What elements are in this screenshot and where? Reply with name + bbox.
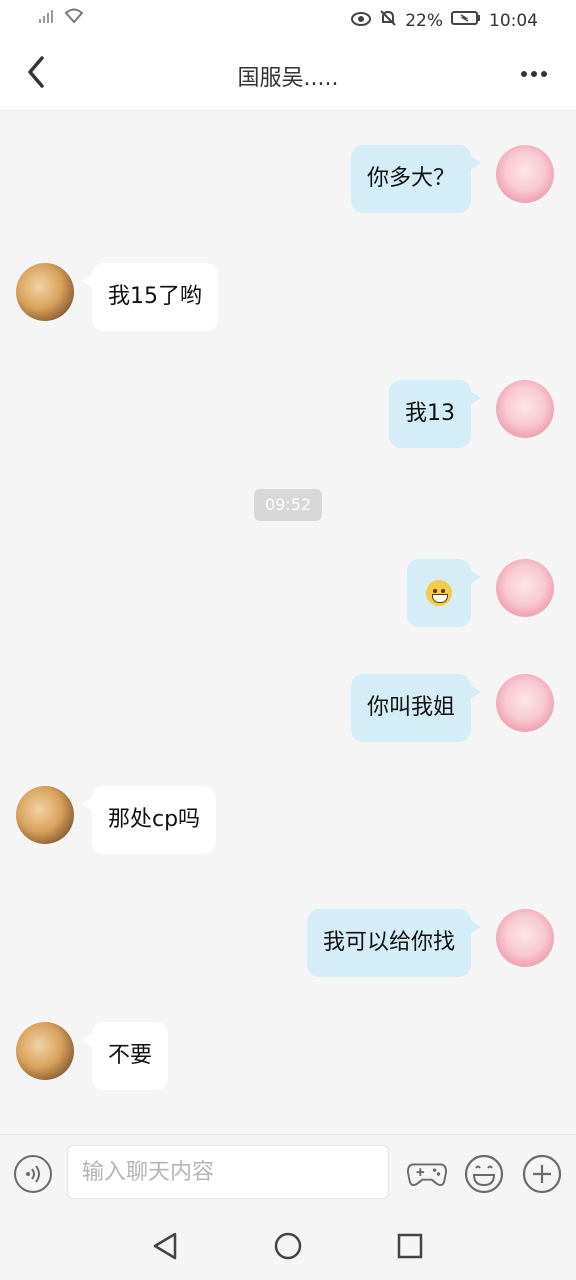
my-avatar[interactable] xyxy=(496,674,554,732)
nav-recents-button[interactable] xyxy=(392,1228,428,1264)
message-bubble[interactable]: 我13 xyxy=(389,380,481,448)
more-icon[interactable] xyxy=(520,63,548,82)
eye-icon xyxy=(351,11,372,31)
input-bar xyxy=(0,1134,576,1215)
my-avatar[interactable] xyxy=(496,380,554,438)
battery-icon xyxy=(451,10,481,31)
nav-back-icon[interactable] xyxy=(151,1231,179,1261)
plus-button[interactable] xyxy=(521,1153,563,1195)
plus-icon[interactable] xyxy=(522,1154,562,1194)
message-bubble[interactable]: 你叫我姐 xyxy=(350,674,482,742)
clock: 10:04 xyxy=(489,10,538,31)
message-bubble[interactable]: 你多大？ xyxy=(350,145,482,213)
my-avatar[interactable] xyxy=(496,145,554,203)
contact-avatar[interactable] xyxy=(16,786,74,844)
nav-recents-icon[interactable] xyxy=(396,1232,424,1260)
system-nav-bar xyxy=(0,1214,576,1280)
nav-home-button[interactable] xyxy=(270,1228,306,1264)
my-avatar[interactable] xyxy=(496,909,554,967)
my-avatar[interactable] xyxy=(496,559,554,617)
battery-percent: 22% xyxy=(405,10,443,31)
message-bubble[interactable]: 我可以给你找 xyxy=(306,909,482,977)
chat-header: 国服吴..... xyxy=(0,40,576,111)
message-input[interactable] xyxy=(67,1145,389,1199)
chat-title: 国服吴..... xyxy=(237,66,339,91)
nav-home-icon[interactable] xyxy=(273,1231,303,1261)
message-bubble[interactable]: 我15了哟 xyxy=(82,263,218,331)
emoji-icon[interactable] xyxy=(464,1154,504,1194)
more-button[interactable] xyxy=(518,60,550,84)
message-list[interactable]: 你多大？ 我15了哟 我13 09:52 你叫我姐 那处cp吗 我可以给你找 不… xyxy=(0,111,576,1134)
wifi-icon xyxy=(64,8,84,29)
sweat-smile-emoji-icon xyxy=(426,580,452,606)
message-bubble[interactable]: 不要 xyxy=(81,1022,169,1090)
voice-button[interactable] xyxy=(14,1155,52,1193)
nav-back-button[interactable] xyxy=(147,1228,183,1264)
contact-avatar[interactable] xyxy=(16,1022,74,1080)
emoji-button[interactable] xyxy=(463,1153,505,1195)
voice-icon[interactable] xyxy=(16,1157,50,1191)
time-divider: 09:52 xyxy=(254,489,322,521)
mute-icon xyxy=(379,9,397,32)
game-button[interactable] xyxy=(406,1153,448,1195)
status-bar: 22% 10:04 xyxy=(0,0,576,40)
signal-icon xyxy=(38,8,56,29)
message-bubble[interactable] xyxy=(407,559,481,627)
game-controller-icon[interactable] xyxy=(406,1158,448,1190)
contact-avatar[interactable] xyxy=(16,263,74,321)
message-bubble[interactable]: 那处cp吗 xyxy=(81,786,217,854)
